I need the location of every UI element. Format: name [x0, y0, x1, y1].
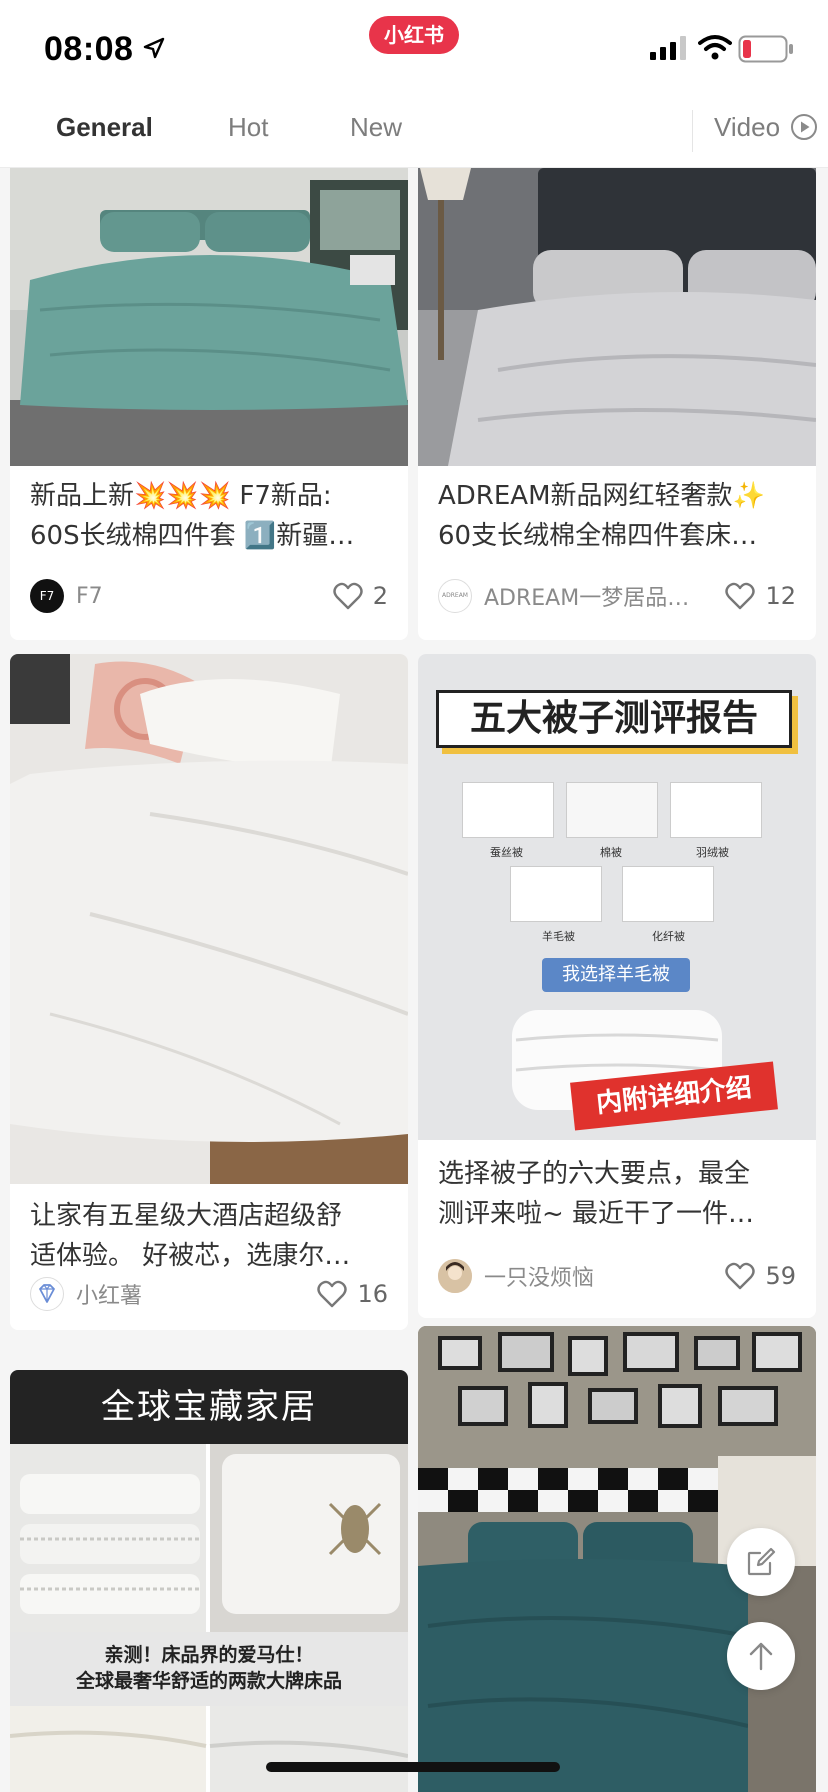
tab-general[interactable]: General	[56, 112, 153, 143]
avatar	[438, 1259, 472, 1293]
tab-hot[interactable]: Hot	[228, 112, 268, 143]
battery-icon	[738, 35, 793, 63]
write-note-button[interactable]	[727, 1528, 795, 1596]
scroll-to-top-button[interactable]	[727, 1622, 795, 1690]
tab-new[interactable]: New	[350, 112, 402, 143]
note-feed: 新品上新💥💥💥 F7新品: 60S长绒棉四件套 1️⃣新疆… F7 F7 2 A…	[0, 168, 828, 1792]
note-card[interactable]: 新品上新💥💥💥 F7新品: 60S长绒棉四件套 1️⃣新疆… F7 F7 2	[10, 168, 408, 640]
author-name: 一只没烦恼	[484, 1266, 595, 1291]
edit-icon	[747, 1547, 776, 1576]
note-card[interactable]: 全球宝藏家居 亲测！床品界的爱马仕！ 全球最奢华舒适的两款大牌床品	[10, 1370, 408, 1792]
quilt-label: 化纤被	[652, 930, 685, 943]
note-card[interactable]: ADREAM新品网红轻奢款✨ 60支长绒棉全棉四件套床… ADREAM ADRE…	[418, 168, 816, 640]
card-author[interactable]: 一只没烦恼	[438, 1258, 594, 1294]
quilt-label: 羽绒被	[696, 846, 729, 859]
note-card[interactable]: 让家有五星级大酒店超级舒 适体验。 好被芯，选康尔… 小红薯 16	[10, 654, 408, 1330]
quilt-label: 蚕丝被	[490, 846, 523, 859]
like-button[interactable]: 16	[317, 1276, 388, 1312]
avatar: F7	[30, 579, 64, 613]
heart-icon	[725, 582, 756, 610]
card-banner: 全球宝藏家居	[10, 1370, 408, 1444]
like-button[interactable]: 12	[725, 578, 796, 614]
like-button[interactable]: 59	[725, 1258, 796, 1294]
heart-icon	[333, 582, 363, 610]
choice-bubble: 我选择羊毛被	[542, 958, 690, 992]
card-title: 新品上新💥💥💥 F7新品: 60S长绒棉四件套 1️⃣新疆…	[30, 481, 355, 551]
diamond-icon	[39, 1284, 55, 1303]
bedding-collage-photo	[10, 1706, 408, 1792]
like-count: 2	[372, 582, 388, 610]
arrow-up-icon	[749, 1642, 773, 1671]
card-author[interactable]: ADREAM ADREAM一梦居品…	[438, 578, 689, 614]
tab-divider	[692, 110, 693, 152]
heart-icon	[725, 1262, 756, 1290]
teal-bedding-photo	[10, 168, 408, 466]
clock-time: 08:08	[44, 30, 134, 68]
card-image	[418, 168, 816, 466]
home-indicator[interactable]	[266, 1762, 560, 1772]
note-card[interactable]: 五大被子测评报告 蚕丝被 棉被 羽绒被 羊毛被 化纤被 我选择羊毛被 内附详细介…	[418, 654, 816, 1318]
luxury-pillows-photo	[10, 1444, 408, 1632]
card-image	[10, 654, 408, 1184]
quilt-thumb	[462, 782, 554, 838]
heart-icon	[317, 1280, 348, 1308]
location-arrow-icon	[143, 37, 165, 59]
author-name: ADREAM一梦居品…	[484, 586, 690, 611]
card-title: 选择被子的六大要点，最全 测评来啦~ 最近干了一件…	[438, 1159, 755, 1229]
app-logo: 小红书	[369, 16, 459, 54]
grey-bedding-photo	[418, 168, 816, 466]
quilt-thumb	[670, 782, 762, 838]
card-author[interactable]: F7 F7	[30, 578, 103, 614]
quilt-label: 棉被	[600, 846, 622, 859]
quilt-thumb	[622, 866, 714, 922]
avatar	[30, 1277, 64, 1311]
tab-video[interactable]: Video	[714, 112, 780, 143]
report-title: 五大被子测评报告	[436, 690, 792, 748]
card-title: 让家有五星级大酒店超级舒 适体验。 好被芯，选康尔…	[30, 1201, 351, 1271]
wifi-icon	[698, 35, 732, 60]
author-name: F7	[76, 583, 103, 609]
card-image	[10, 168, 408, 466]
cellular-signal-icon	[650, 36, 686, 60]
person-icon	[438, 1259, 472, 1293]
category-tab-bar: General Hot New Video	[0, 96, 828, 168]
quilt-thumb	[566, 782, 658, 838]
quilt-thumb	[510, 866, 602, 922]
white-bedding-photo	[10, 654, 408, 1184]
status-bar: 08:08 小红书	[0, 0, 828, 96]
quilt-label: 羊毛被	[542, 930, 575, 943]
card-caption: 亲测！床品界的爱马仕！ 全球最奢华舒适的两款大牌床品	[10, 1632, 408, 1706]
like-button[interactable]: 2	[333, 578, 388, 614]
author-name: 小红薯	[76, 1284, 143, 1309]
card-title: ADREAM新品网红轻奢款✨ 60支长绒棉全棉四件套床…	[438, 481, 765, 551]
avatar: ADREAM	[438, 579, 472, 613]
card-image: 五大被子测评报告 蚕丝被 棉被 羽绒被 羊毛被 化纤被 我选择羊毛被 内附详细介…	[418, 654, 816, 1140]
like-count: 12	[765, 582, 796, 610]
play-circle-icon[interactable]	[790, 113, 818, 141]
card-author[interactable]: 小红薯	[30, 1276, 142, 1312]
like-count: 59	[765, 1262, 796, 1290]
like-count: 16	[357, 1280, 388, 1308]
